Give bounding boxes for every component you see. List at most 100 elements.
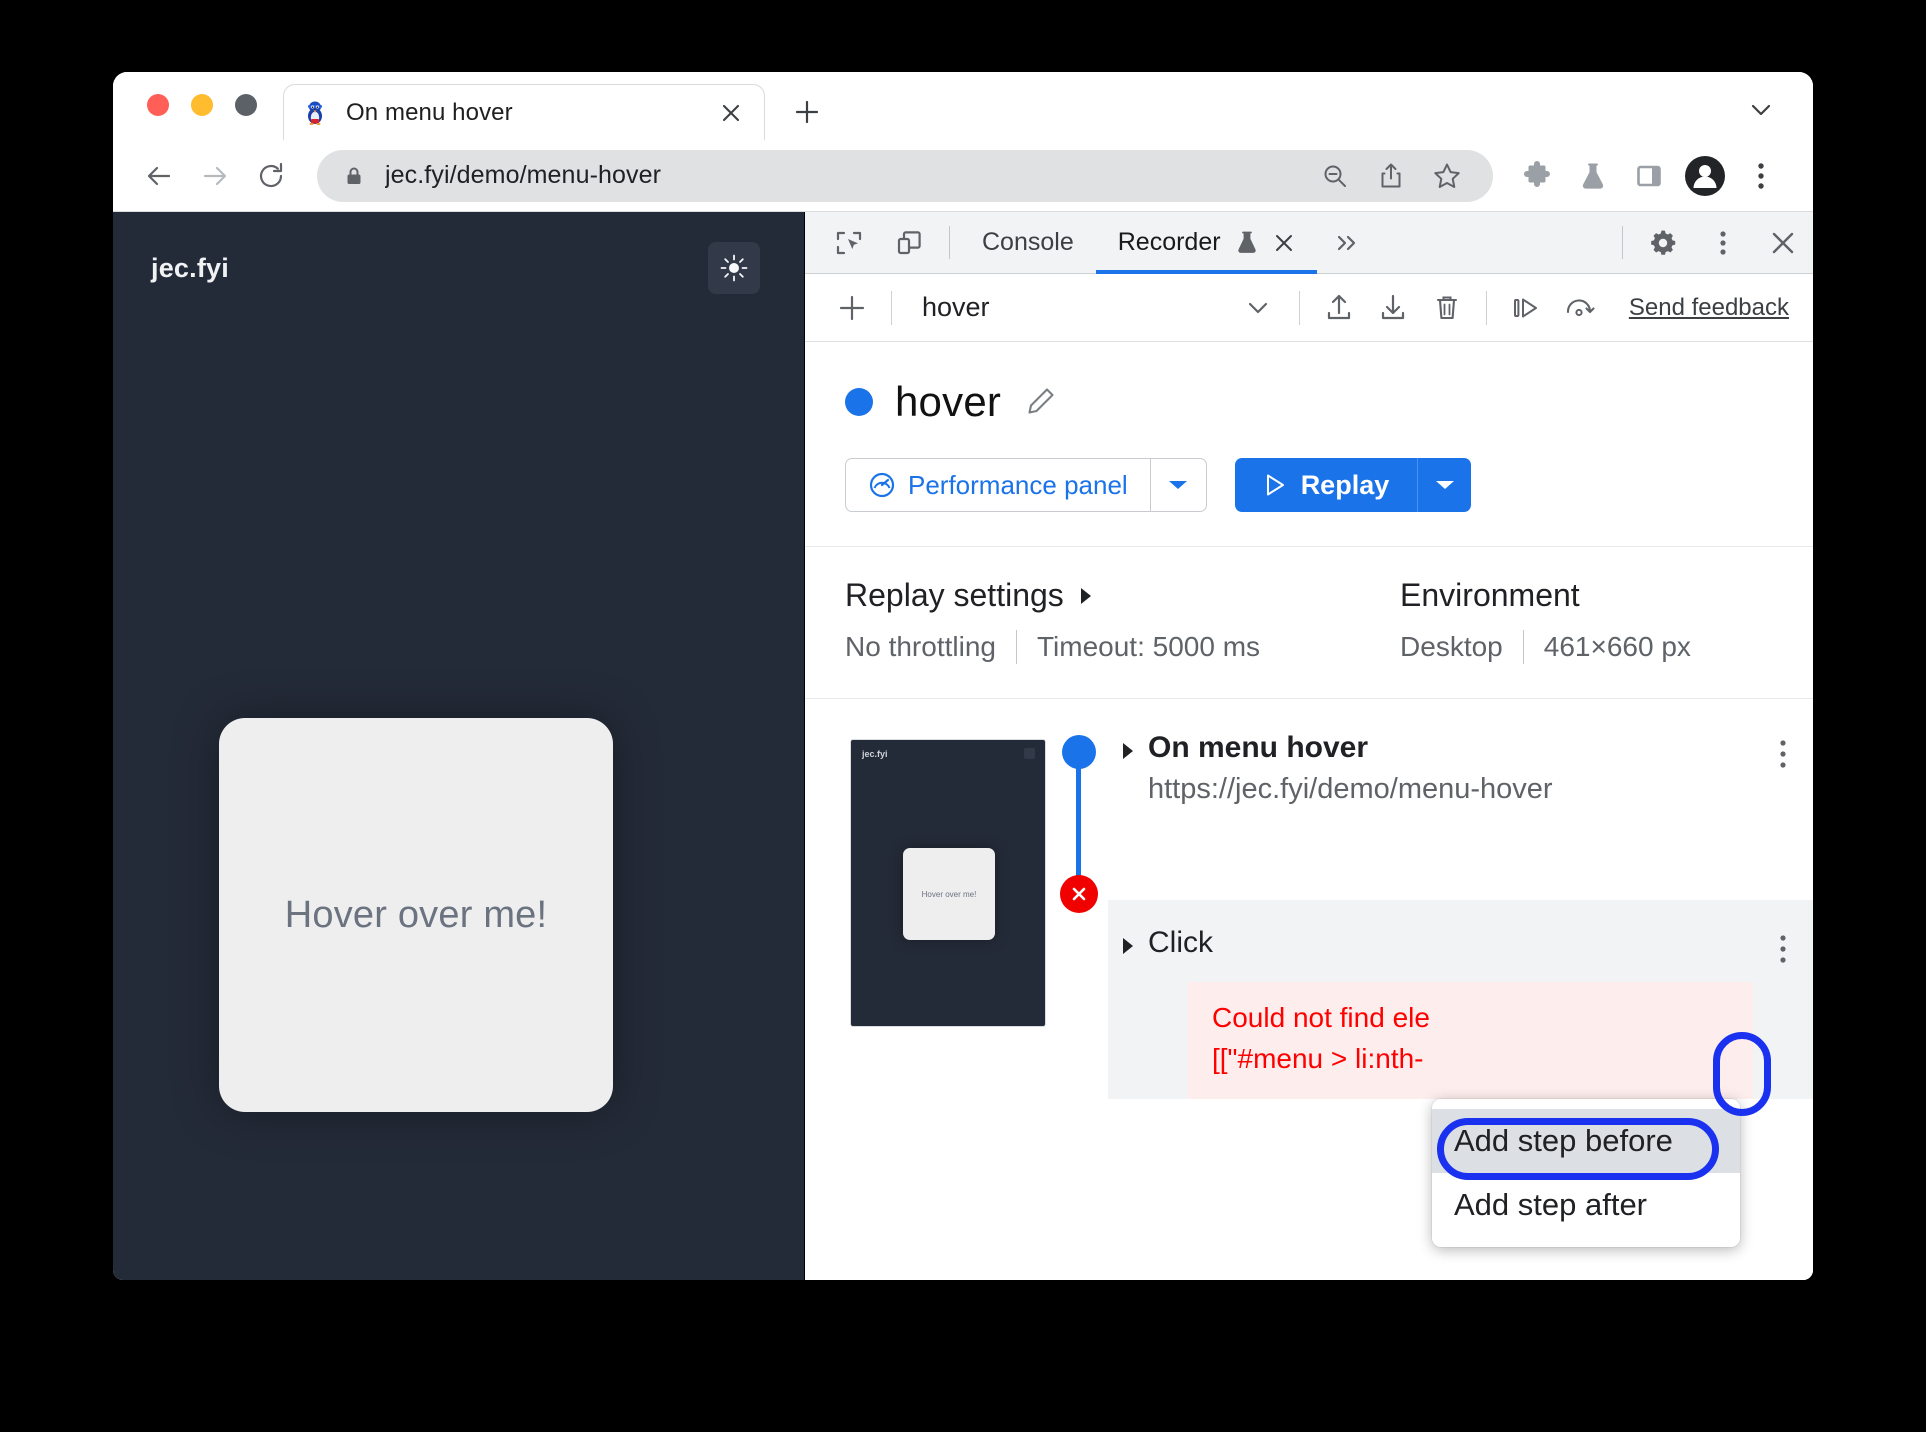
replay-button-group: Replay — [1234, 458, 1472, 512]
avatar-icon[interactable] — [1679, 150, 1731, 202]
step-details: Click Could not find ele [["#menu > li:n… — [1148, 926, 1753, 1100]
recording-status-dot — [845, 388, 873, 416]
caret-right-icon — [1078, 586, 1094, 606]
forward-arrow-icon[interactable] — [187, 148, 243, 204]
reload-arrow-icon[interactable] — [243, 148, 299, 204]
send-feedback-link[interactable]: Send feedback — [1629, 294, 1789, 322]
viewport-value: 461×660 px — [1543, 631, 1691, 662]
window-controls — [137, 94, 257, 140]
step-kebab-icon[interactable] — [1753, 731, 1813, 771]
step-details: On menu hover https://jec.fyi/demo/menu-… — [1148, 731, 1753, 806]
device-value: Desktop — [1400, 631, 1503, 662]
play-icon — [1263, 472, 1287, 498]
thumbnail-brand: jec.fyi — [862, 749, 888, 759]
pencil-icon[interactable] — [1023, 385, 1057, 419]
error-line: [["#menu > li:nth- — [1212, 1042, 1424, 1074]
thumbnail-card: Hover over me! — [903, 848, 995, 940]
close-window-button[interactable] — [147, 94, 169, 116]
performance-panel-label: Performance panel — [908, 469, 1128, 500]
recorder-settings-row: Replay settings No throttling Timeout: 5… — [805, 547, 1813, 699]
performance-panel-dropdown[interactable] — [1149, 459, 1206, 511]
screenshot-stage: On menu hover jec.fyi/demo/menu-hover je… — [0, 0, 1926, 1432]
tab-console[interactable]: Console — [960, 212, 1096, 273]
throttling-value: No throttling — [845, 631, 996, 662]
environment-values: Desktop 461×660 px — [1400, 630, 1691, 664]
page-viewport: jec.fyi Hover over me! — [113, 212, 805, 1280]
step-screenshot-thumbnail[interactable]: jec.fyi Hover over me! — [850, 739, 1046, 1027]
step-title: Click — [1148, 926, 1213, 959]
replay-resume-icon[interactable] — [1553, 281, 1607, 335]
tab-strip: On menu hover — [113, 72, 1813, 140]
caret-right-icon[interactable] — [1108, 926, 1148, 956]
tab-recorder-label: Recorder — [1117, 228, 1221, 256]
recording-title: hover — [895, 378, 1002, 425]
address-bar[interactable]: jec.fyi/demo/menu-hover — [317, 149, 1493, 202]
menu-item-add-step-before[interactable]: Add step before — [1432, 1109, 1740, 1173]
replay-settings-toggle[interactable]: Replay settings — [845, 577, 1260, 614]
back-arrow-icon[interactable] — [131, 148, 187, 204]
add-recording-button[interactable] — [825, 281, 879, 335]
more-tabs-icon[interactable] — [1317, 212, 1377, 273]
hover-card-label: Hover over me! — [284, 893, 548, 936]
gear-icon[interactable] — [1633, 212, 1693, 273]
flask-icon[interactable] — [1567, 150, 1619, 202]
thumbnail-card-label: Hover over me! — [921, 889, 977, 899]
step-kebab-icon[interactable] — [1753, 926, 1813, 966]
new-tab-button[interactable] — [785, 90, 829, 134]
flask-icon — [1235, 230, 1259, 256]
divider — [1015, 630, 1017, 664]
replay-button[interactable]: Replay — [1234, 458, 1418, 512]
kebab-icon[interactable] — [1735, 150, 1787, 202]
close-icon[interactable] — [716, 98, 746, 128]
steps-timeline-rail — [1048, 727, 1108, 1280]
export-icon[interactable] — [1312, 281, 1366, 335]
step-status-dot-ok — [1062, 735, 1096, 769]
browser-tab[interactable]: On menu hover — [283, 84, 765, 140]
url-text: jec.fyi/demo/menu-hover — [385, 161, 662, 189]
environment-title: Environment — [1400, 577, 1580, 613]
share-icon[interactable] — [1367, 152, 1415, 200]
hover-target-card[interactable]: Hover over me! — [219, 718, 613, 1112]
performance-panel-group: Performance panel — [845, 458, 1207, 512]
replay-settings-column: Replay settings No throttling Timeout: 5… — [845, 577, 1260, 664]
chevron-down-icon — [1243, 293, 1273, 323]
divider — [1622, 226, 1623, 259]
performance-panel-button[interactable]: Performance panel — [846, 459, 1150, 511]
devtools-tab-bar: Console Recorder — [805, 212, 1813, 274]
recording-selector[interactable]: hover — [904, 284, 1287, 332]
caret-right-icon[interactable] — [1108, 731, 1148, 761]
import-icon[interactable] — [1366, 281, 1420, 335]
site-brand: jec.fyi — [151, 252, 229, 283]
close-icon[interactable] — [1753, 212, 1813, 273]
maximize-window-button[interactable] — [235, 94, 257, 116]
timeout-value: Timeout: 5000 ms — [1036, 631, 1261, 662]
recorder-toolbar: hover Send feedback — [805, 274, 1813, 342]
puzzle-icon[interactable] — [1511, 150, 1563, 202]
tab-recorder[interactable]: Recorder — [1095, 212, 1317, 274]
device-toolbar-icon[interactable] — [879, 212, 939, 273]
divider — [1522, 630, 1524, 664]
tab-search-chevron-icon[interactable] — [1739, 88, 1783, 132]
side-panel-icon[interactable] — [1623, 150, 1675, 202]
error-line: Could not find ele — [1212, 1002, 1430, 1033]
lock-icon — [343, 165, 365, 187]
star-icon[interactable] — [1423, 152, 1471, 200]
step-row[interactable]: Click Could not find ele [["#menu > li:n… — [1108, 900, 1813, 1100]
inspect-element-icon[interactable] — [819, 212, 879, 273]
zoom-out-icon[interactable] — [1311, 152, 1359, 200]
trash-icon[interactable] — [1420, 281, 1474, 335]
kebab-icon[interactable] — [1693, 212, 1753, 273]
close-icon[interactable] — [1273, 232, 1295, 254]
replay-button-label: Replay — [1300, 469, 1390, 500]
divider — [1298, 290, 1300, 325]
menu-item-add-step-after[interactable]: Add step after — [1432, 1173, 1740, 1237]
replay-dropdown[interactable] — [1417, 458, 1472, 512]
recording-name: hover — [922, 292, 990, 322]
minimize-window-button[interactable] — [191, 94, 213, 116]
step-status-error-icon — [1060, 875, 1098, 913]
replay-settings-values: No throttling Timeout: 5000 ms — [845, 630, 1260, 664]
step-row[interactable]: On menu hover https://jec.fyi/demo/menu-… — [1108, 727, 1813, 806]
step-over-icon[interactable] — [1499, 281, 1553, 335]
sun-icon[interactable] — [708, 242, 760, 294]
